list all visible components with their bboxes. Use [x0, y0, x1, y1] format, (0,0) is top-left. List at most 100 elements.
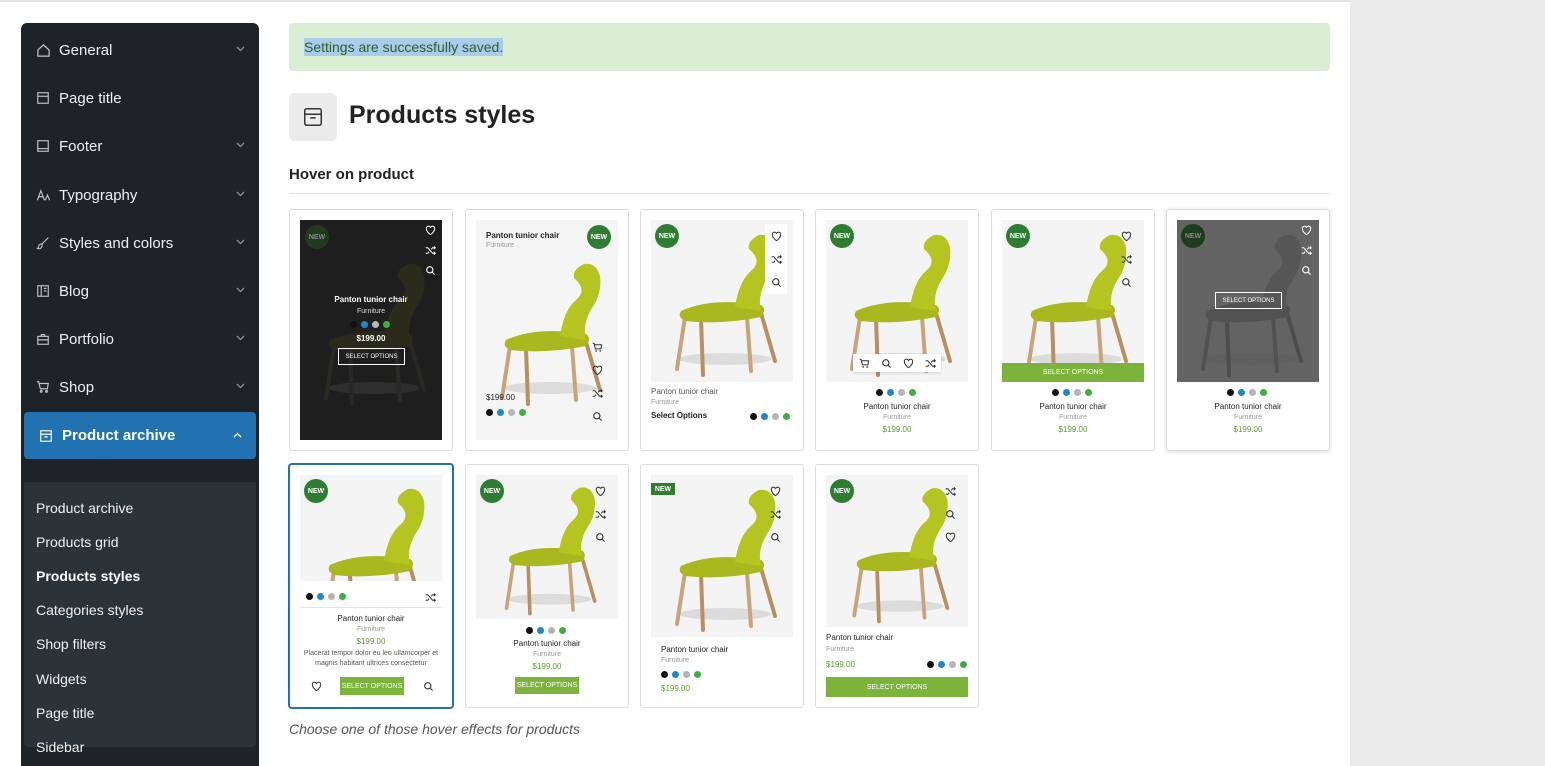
select-options-button[interactable]: SELECT OPTIONS: [826, 677, 968, 697]
submenu-item-product-archive[interactable]: Product archive: [36, 500, 133, 516]
product-price: $199.00: [532, 662, 562, 671]
help-text: Choose one of those hover effects for pr…: [289, 721, 581, 737]
product-image: NEW: [476, 475, 618, 619]
new-badge: NEW: [587, 225, 611, 249]
product-image: NEW: [651, 220, 793, 382]
sidebar-item-typography[interactable]: Typography: [21, 171, 259, 219]
heart-icon[interactable]: [593, 484, 607, 498]
submenu-item-categories-styles[interactable]: Categories styles: [36, 602, 143, 618]
hover-style-option-4[interactable]: NEW Panton tunior chair Furniture $199.0…: [815, 209, 979, 451]
select-options-button[interactable]: SELECT OPTIONS: [340, 677, 404, 695]
submenu-item-products-styles[interactable]: Products styles: [36, 568, 140, 584]
product-name: Panton tunior chair: [826, 633, 894, 642]
product-name: Panton tunior chair: [661, 645, 729, 654]
select-options-link[interactable]: Select Options: [651, 411, 707, 420]
product-image: NEW: [826, 220, 968, 382]
cart-icon[interactable]: [590, 340, 604, 354]
new-badge: NEW: [651, 483, 675, 495]
shuffle-icon[interactable]: [1299, 243, 1313, 257]
sidebar-item-footer[interactable]: Footer: [21, 122, 259, 170]
brush-icon: [35, 235, 51, 251]
product-image: NEW: [300, 475, 442, 581]
hover-style-option-8[interactable]: NEW Panton tunior chair Furniture $199.0…: [465, 464, 629, 708]
submenu-item-widgets[interactable]: Widgets: [36, 671, 87, 687]
heart-icon[interactable]: [768, 484, 782, 498]
typography-icon: [35, 187, 51, 203]
divider: [300, 607, 442, 608]
select-options-button[interactable]: SELECT OPTIONS: [515, 677, 579, 694]
color-swatches: [927, 661, 967, 668]
submenu-item-shop-filters[interactable]: Shop filters: [36, 636, 106, 652]
hover-style-option-6[interactable]: NEW SELECT OPTIONS Panton tunior chair F…: [1166, 209, 1330, 451]
color-swatches: [486, 409, 526, 416]
shuffle-icon[interactable]: [943, 484, 957, 498]
product-name: Panton tunior chair: [651, 387, 719, 396]
chevron-down-icon: [236, 383, 245, 389]
search-icon[interactable]: [421, 679, 435, 693]
sidebar-item-general[interactable]: General: [21, 26, 259, 74]
shuffle-icon[interactable]: [590, 386, 604, 400]
heart-icon[interactable]: [769, 229, 783, 243]
sidebar-item-product-archive[interactable]: Product archive: [24, 412, 256, 459]
product-description: Placerat tempor dolor eu leo ullamcorper…: [303, 650, 439, 667]
heart-icon[interactable]: [943, 530, 957, 544]
submenu-item-sidebar[interactable]: Sidebar: [36, 739, 84, 755]
product-price: $199.00: [356, 637, 386, 646]
heart-icon[interactable]: [309, 679, 323, 693]
chevron-down-icon: [236, 142, 245, 148]
sidebar-submenu: Product archive Products grid Products s…: [24, 482, 256, 755]
heart-icon[interactable]: [1119, 229, 1133, 243]
product-category: Furniture: [651, 399, 680, 406]
submenu-item-page-title[interactable]: Page title: [36, 705, 94, 721]
search-icon[interactable]: [875, 354, 897, 372]
heart-icon[interactable]: [423, 223, 437, 237]
action-icon-bar: [853, 354, 941, 372]
hover-style-option-7[interactable]: NEW Panton tunior chair Furniture $199.0…: [289, 464, 453, 708]
shuffle-icon[interactable]: [593, 507, 607, 521]
shuffle-icon[interactable]: [919, 354, 941, 372]
product-name: Panton tunior chair: [863, 402, 931, 411]
sidebar-item-portfolio[interactable]: Portfolio: [21, 315, 259, 363]
sidebar-item-blog[interactable]: Blog: [21, 267, 259, 315]
hover-style-option-1[interactable]: NEW Panton tunior chair Furniture $199.0…: [289, 209, 453, 451]
archive-icon: [289, 93, 337, 141]
hover-style-option-9[interactable]: NEW Panton tunior chair Furniture $199.0…: [640, 464, 804, 708]
product-name: Panton tunior chair: [337, 614, 405, 623]
search-icon[interactable]: [423, 263, 437, 277]
product-image: NEW: [651, 475, 793, 637]
sidebar-item-shop[interactable]: Shop: [21, 363, 259, 411]
success-notice: Settings are successfully saved.: [289, 23, 1330, 71]
search-icon[interactable]: [768, 530, 782, 544]
submenu-item-products-grid[interactable]: Products grid: [36, 534, 118, 550]
search-icon[interactable]: [1299, 263, 1313, 277]
product-category: Furniture: [486, 242, 515, 249]
chevron-down-icon: [236, 335, 245, 341]
new-badge: NEW: [830, 224, 854, 248]
sidebar-item-page-title[interactable]: Page title: [21, 74, 259, 122]
select-options-button[interactable]: SELECT OPTIONS: [338, 348, 405, 365]
heart-icon[interactable]: [590, 363, 604, 377]
search-icon[interactable]: [943, 507, 957, 521]
shuffle-icon[interactable]: [768, 507, 782, 521]
hover-style-option-10[interactable]: NEW Panton tunior chair Furniture $199.0…: [815, 464, 979, 708]
shuffle-icon[interactable]: [769, 252, 783, 266]
product-name: Panton tunior chair: [1214, 402, 1282, 411]
hover-style-option-5[interactable]: NEW SELECT OPTIONS Panton tunior chair F…: [991, 209, 1155, 451]
hover-style-option-2[interactable]: Panton tunior chair Furniture NEW $199.0…: [465, 209, 629, 451]
heart-icon[interactable]: [897, 354, 919, 372]
select-options-button[interactable]: SELECT OPTIONS: [1002, 363, 1144, 382]
product-image: NEW: [826, 475, 968, 627]
shuffle-icon[interactable]: [423, 590, 437, 604]
heart-icon[interactable]: [1299, 223, 1313, 237]
shuffle-icon[interactable]: [423, 243, 437, 257]
sidebar-item-styles-and-colors[interactable]: Styles and colors: [21, 219, 259, 267]
hover-style-option-3[interactable]: NEW Panton tunior chair Furniture Select…: [640, 209, 804, 451]
product-name: Panton tunior chair: [513, 639, 581, 648]
search-icon[interactable]: [593, 530, 607, 544]
search-icon[interactable]: [590, 409, 604, 423]
cart-icon[interactable]: [853, 354, 875, 372]
shuffle-icon[interactable]: [1119, 252, 1133, 266]
search-icon[interactable]: [769, 275, 783, 289]
select-options-button[interactable]: SELECT OPTIONS: [1215, 292, 1282, 309]
search-icon[interactable]: [1119, 275, 1133, 289]
